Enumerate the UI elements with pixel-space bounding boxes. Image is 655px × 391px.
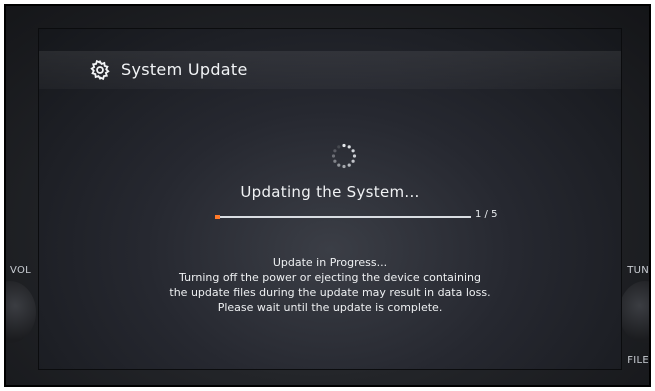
- progress-bar: [215, 215, 471, 219]
- progress-fill: [215, 215, 221, 219]
- message-line: Turning off the power or ejecting the de…: [179, 271, 481, 284]
- head-unit-frame: VOL TUN FILE System Update Updating the …: [4, 4, 651, 387]
- message-line: Please wait until the update is complete…: [217, 301, 443, 314]
- update-message: Update in Progress... Turning off the po…: [39, 255, 621, 315]
- progress-count: 1 / 5: [475, 209, 498, 220]
- volume-label: VOL: [10, 265, 32, 276]
- status-heading: Updating the System...: [240, 183, 420, 201]
- volume-knob[interactable]: [6, 281, 36, 343]
- message-line: the update files during the update may r…: [169, 286, 491, 299]
- display-screen: System Update Updating the System... 1 /: [38, 28, 622, 370]
- page-title: System Update: [121, 60, 248, 79]
- file-label: FILE: [627, 355, 649, 366]
- loading-spinner-icon: [331, 143, 357, 169]
- tune-label: TUN: [627, 265, 649, 276]
- message-line: Update in Progress...: [272, 256, 388, 269]
- gear-icon: [90, 59, 110, 81]
- tune-knob[interactable]: [619, 281, 649, 343]
